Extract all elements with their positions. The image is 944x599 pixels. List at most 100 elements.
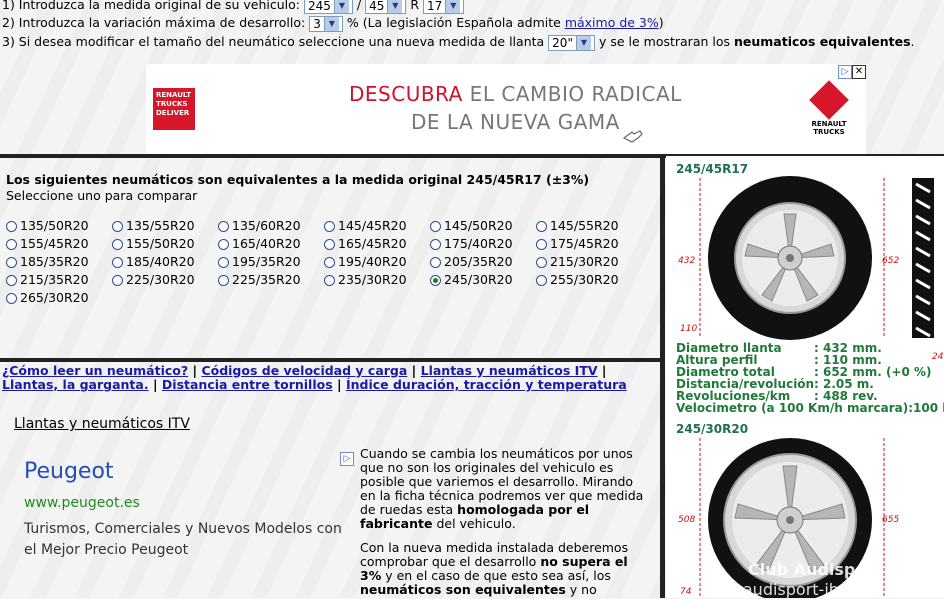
renault-trucks-logo: RENAULT TRUCKS DELIVER bbox=[153, 88, 195, 130]
radio-button[interactable] bbox=[112, 239, 123, 250]
radio-button[interactable] bbox=[536, 239, 547, 250]
tire-profile-select[interactable]: 45 ▼ bbox=[365, 0, 407, 14]
radio-button[interactable] bbox=[324, 257, 335, 268]
ad-peugeot-url[interactable]: www.peugeot.es bbox=[24, 495, 140, 511]
radio-button[interactable] bbox=[430, 257, 441, 268]
tire-option-label: 215/35R20 bbox=[20, 272, 89, 287]
ad-peugeot-title[interactable]: Peugeot bbox=[24, 459, 114, 484]
tire-option[interactable]: 165/40R20 bbox=[218, 236, 301, 251]
tire-option-label: 155/50R20 bbox=[126, 236, 195, 251]
radio-button[interactable] bbox=[218, 275, 229, 286]
tire-option[interactable]: 205/35R20 bbox=[430, 254, 513, 269]
rim-size-select[interactable]: 20" ▼ bbox=[548, 34, 595, 51]
tire-option-label: 135/55R20 bbox=[126, 218, 195, 233]
tire-option-label: 205/35R20 bbox=[444, 254, 513, 269]
tire-option[interactable]: 145/55R20 bbox=[536, 218, 619, 233]
renault-diamond-icon bbox=[809, 80, 849, 120]
tire-rim-select[interactable]: 17 ▼ bbox=[423, 0, 465, 14]
tire-option[interactable]: 265/30R20 bbox=[6, 290, 89, 305]
tire2-dim-total: 655 bbox=[882, 515, 900, 525]
link-bolt-pattern[interactable]: Distancia entre tornillos bbox=[162, 377, 333, 392]
link-itv[interactable]: Llantas y neumáticos ITV bbox=[421, 363, 598, 378]
tire1-stats: Diametro llanta: 432 mm. Altura perfil: 1… bbox=[676, 342, 944, 414]
adchoices-icon[interactable]: ▷ bbox=[838, 65, 852, 79]
tire-option[interactable]: 135/60R20 bbox=[218, 218, 301, 233]
step2-row: 2) Introduzca la variación máxima de des… bbox=[2, 15, 664, 32]
chevron-down-icon: ▼ bbox=[445, 0, 461, 13]
tire-option[interactable]: 195/40R20 bbox=[324, 254, 407, 269]
tire-option[interactable]: 235/30R20 bbox=[324, 272, 407, 287]
radio-button[interactable] bbox=[536, 257, 547, 268]
radio-button[interactable] bbox=[6, 221, 17, 232]
tire-option[interactable]: 155/45R20 bbox=[6, 236, 89, 251]
tire2-dim-rim: 508 bbox=[678, 515, 696, 525]
tire-option[interactable]: 165/45R20 bbox=[324, 236, 407, 251]
radio-button[interactable] bbox=[6, 275, 17, 286]
radio-button[interactable] bbox=[218, 221, 229, 232]
link-speed-load-codes[interactable]: Códigos de velocidad y carga bbox=[201, 363, 407, 378]
tire1-dim-total: 652 bbox=[882, 256, 900, 266]
tire-option-label: 185/35R20 bbox=[20, 254, 89, 269]
radio-button[interactable] bbox=[430, 275, 441, 286]
tire-option-label: 145/50R20 bbox=[444, 218, 513, 233]
link-treadwear-index[interactable]: Índice duración, tracción y temperatura bbox=[346, 377, 627, 392]
tire-option[interactable]: 175/40R20 bbox=[430, 236, 513, 251]
radio-button[interactable] bbox=[430, 239, 441, 250]
tire1-diagram bbox=[699, 176, 944, 342]
tire-option[interactable]: 255/30R20 bbox=[536, 272, 619, 287]
tire-option[interactable]: 245/30R20 bbox=[430, 272, 513, 287]
radio-button[interactable] bbox=[536, 275, 547, 286]
variation-select[interactable]: 3 ▼ bbox=[309, 15, 343, 32]
stat-label: Velocimetro (a 100 Km/h marcara) bbox=[676, 401, 909, 415]
legislation-note: (La legislación Española admite bbox=[362, 15, 561, 30]
tire-option-label: 235/30R20 bbox=[338, 272, 407, 287]
max-3-percent-link[interactable]: máximo de 3% bbox=[565, 15, 659, 30]
ad-peugeot-description[interactable]: Turismos, Comerciales y Nuevos Modelos c… bbox=[24, 519, 344, 561]
tire-option[interactable]: 145/45R20 bbox=[324, 218, 407, 233]
radio-button[interactable] bbox=[112, 221, 123, 232]
tire-option[interactable]: 135/50R20 bbox=[6, 218, 89, 233]
divider-middle bbox=[0, 358, 662, 362]
radio-button[interactable] bbox=[112, 257, 123, 268]
tire-option[interactable]: 215/35R20 bbox=[6, 272, 89, 287]
radio-button[interactable] bbox=[324, 221, 335, 232]
tire-option[interactable]: 135/55R20 bbox=[112, 218, 195, 233]
tire-option[interactable]: 195/35R20 bbox=[218, 254, 301, 269]
tire-option[interactable]: 215/30R20 bbox=[536, 254, 619, 269]
tire-option-label: 225/30R20 bbox=[126, 272, 195, 287]
radio-button[interactable] bbox=[536, 221, 547, 232]
close-ad-icon[interactable]: ✕ bbox=[852, 65, 866, 79]
radio-button[interactable] bbox=[6, 293, 17, 304]
adchoices-icon[interactable]: ▷ bbox=[340, 452, 354, 466]
equivalent-tires-emphasis: neumaticos equivalentes bbox=[734, 34, 911, 49]
tire-option[interactable]: 155/50R20 bbox=[112, 236, 195, 251]
tire-option[interactable]: 225/35R20 bbox=[218, 272, 301, 287]
tire-option[interactable]: 185/35R20 bbox=[6, 254, 89, 269]
hand-cursor-icon bbox=[622, 130, 643, 143]
radio-button[interactable] bbox=[112, 275, 123, 286]
link-rim-groove[interactable]: Llantas, la garganta. bbox=[2, 377, 149, 392]
tire-option-label: 195/35R20 bbox=[232, 254, 301, 269]
banner-headline-2: DE LA NUEVA GAMA bbox=[411, 110, 620, 134]
stat-value: :100 k bbox=[908, 401, 944, 415]
radio-button[interactable] bbox=[6, 239, 17, 250]
link-read-tire[interactable]: ¿Cómo leer un neumático? bbox=[2, 363, 188, 378]
equivalents-panel: Los siguientes neumáticos son equivalent… bbox=[2, 160, 660, 358]
radio-button[interactable] bbox=[324, 239, 335, 250]
radio-button[interactable] bbox=[324, 275, 335, 286]
radio-button[interactable] bbox=[218, 239, 229, 250]
tire-width-select[interactable]: 245 ▼ bbox=[304, 0, 353, 14]
help-links: ¿Cómo leer un neumático? | Códigos de ve… bbox=[2, 363, 627, 392]
tire-option[interactable]: 225/30R20 bbox=[112, 272, 195, 287]
chevron-down-icon: ▼ bbox=[333, 0, 349, 13]
radio-button[interactable] bbox=[218, 257, 229, 268]
equivalents-title: Los siguientes neumáticos son equivalent… bbox=[6, 172, 590, 187]
radio-button[interactable] bbox=[430, 221, 441, 232]
tire-option[interactable]: 185/40R20 bbox=[112, 254, 195, 269]
tire-option[interactable]: 175/45R20 bbox=[536, 236, 619, 251]
ad-banner[interactable]: RENAULT TRUCKS DELIVER DESCUBRA EL CAMBI… bbox=[146, 64, 866, 154]
tire-option[interactable]: 145/50R20 bbox=[430, 218, 513, 233]
radio-button[interactable] bbox=[6, 257, 17, 268]
tire1-dim-rim: 432 bbox=[678, 256, 696, 266]
tire-option-label: 185/40R20 bbox=[126, 254, 195, 269]
